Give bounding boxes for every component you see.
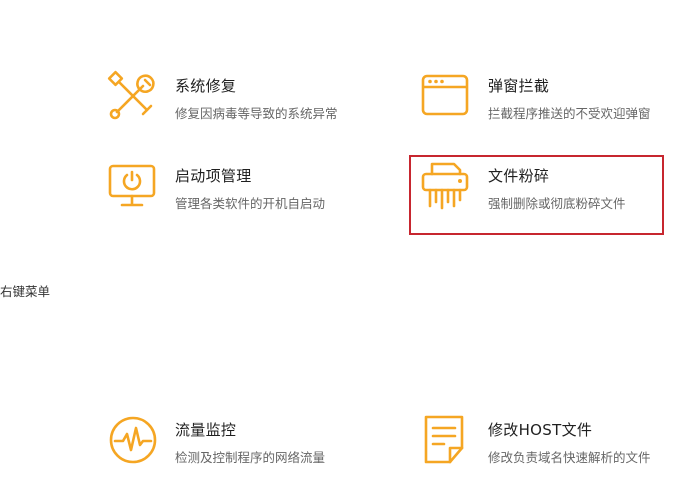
monitor-power-icon [107,160,159,212]
toolbox-panel: 系统修复 修复因病毒等导致的系统异常 弹窗拦截 拦截程序推送的不受欢迎弹窗 启动… [0,0,700,500]
tool-title: 流量监控 [175,421,237,439]
tool-description: 管理各类软件的开机自启动 [175,196,326,211]
tool-popup-block[interactable]: 弹窗拦截 拦截程序推送的不受欢迎弹窗 [420,70,695,140]
tool-host-edit[interactable]: 修改HOST文件 修改负责域名快速解析的文件 [420,414,695,484]
context-menu-label[interactable]: 右键菜单 [0,281,50,300]
tool-description: 修改负责域名快速解析的文件 [488,450,651,465]
wrench-screwdriver-icon [107,70,159,122]
tool-description: 检测及控制程序的网络流量 [175,450,326,465]
tool-system-repair[interactable]: 系统修复 修复因病毒等导致的系统异常 [107,70,387,140]
tool-description: 强制删除或彻底粉碎文件 [488,196,626,211]
tool-title: 修改HOST文件 [488,421,593,439]
tool-file-shredder[interactable]: 文件粉碎 强制删除或彻底粉碎文件 [420,160,660,230]
tool-description: 修复因病毒等导致的系统异常 [175,106,338,121]
shredder-icon [420,160,472,212]
window-icon [420,70,472,122]
tool-title: 启动项管理 [175,167,252,185]
tool-title: 系统修复 [175,77,237,95]
tool-title: 文件粉碎 [488,167,550,185]
tool-startup-manager[interactable]: 启动项管理 管理各类软件的开机自启动 [107,160,387,230]
tool-title: 弹窗拦截 [488,77,550,95]
document-icon [420,414,472,466]
pulse-monitor-icon [107,414,159,466]
tool-description: 拦截程序推送的不受欢迎弹窗 [488,106,651,121]
tool-traffic-monitor[interactable]: 流量监控 检测及控制程序的网络流量 [107,414,387,484]
